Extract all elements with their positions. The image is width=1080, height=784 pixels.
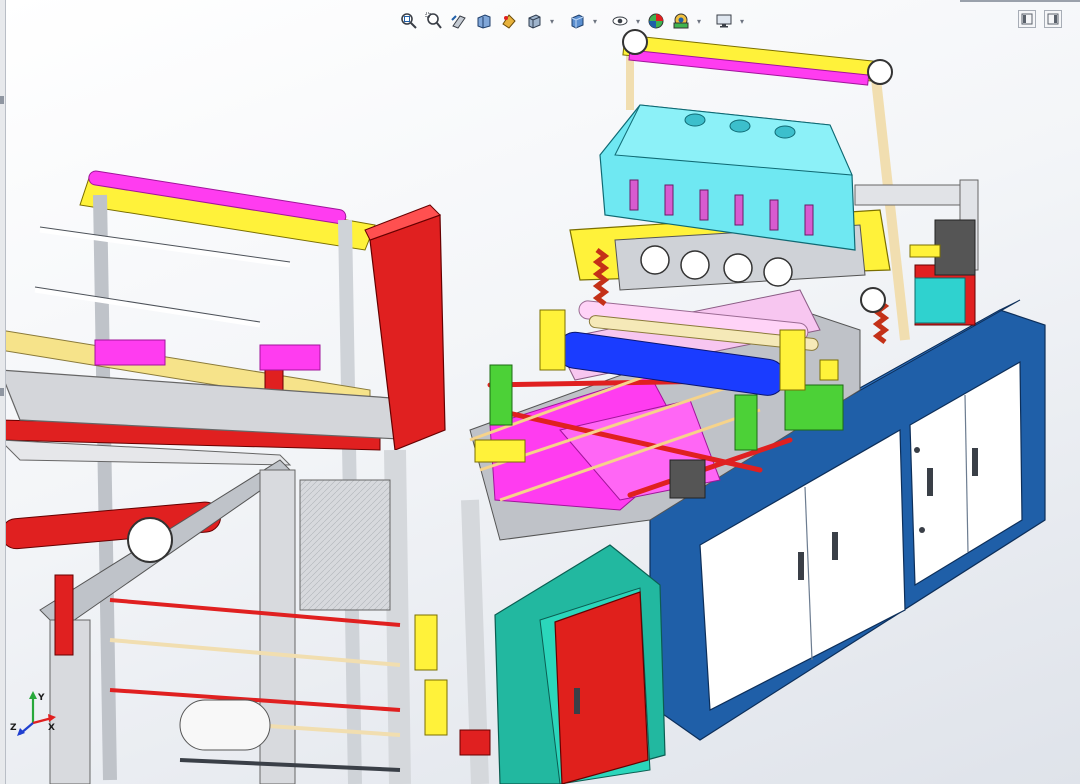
hide-show-button[interactable] — [609, 10, 631, 32]
scene-icon — [673, 13, 689, 29]
zoom-to-area-icon — [425, 12, 442, 29]
view-orientation-dropdown[interactable]: ▾ — [548, 17, 556, 26]
panel-left-icon — [1021, 13, 1033, 25]
door-handle — [798, 552, 804, 580]
machine-assembly-model[interactable] — [0, 0, 1080, 784]
zoom-to-fit-button[interactable] — [398, 10, 420, 32]
teal-side-cabinet[interactable] — [494, 544, 666, 784]
section-view-icon — [477, 14, 491, 29]
display-style-dropdown[interactable]: ▾ — [591, 17, 599, 26]
graphics-viewport[interactable]: ▾ ▾ ▾ ▾ ▾ Y X Z — [0, 0, 1080, 784]
view-orientation-icon — [528, 14, 541, 29]
splitter-handle[interactable] — [0, 96, 4, 104]
triad-z-label: Z — [10, 723, 17, 733]
panel-right-icon — [1047, 13, 1059, 25]
yellow-carriage — [474, 439, 526, 463]
left-steel-frame[interactable] — [0, 170, 421, 784]
annotation-view-button[interactable] — [498, 10, 520, 32]
green-motor-box — [784, 384, 844, 431]
reference-triad[interactable]: Y X Z — [8, 688, 58, 738]
viewport-window-controls — [1018, 10, 1062, 28]
previous-view-button[interactable] — [448, 10, 470, 32]
triad-x-label: X — [48, 723, 55, 733]
door-handle — [832, 532, 838, 560]
red-access-panel — [554, 591, 649, 784]
sprocket — [867, 59, 893, 85]
zoom-to-fit-icon — [401, 13, 417, 29]
section-view-button[interactable] — [473, 10, 495, 32]
hide-show-icon — [612, 16, 628, 26]
apply-scene-dropdown[interactable]: ▾ — [695, 17, 703, 26]
heads-up-view-toolbar: ▾ ▾ ▾ ▾ ▾ — [398, 8, 746, 34]
previous-view-icon — [451, 15, 466, 29]
collapse-right-button[interactable] — [1044, 10, 1062, 28]
apply-scene-button[interactable] — [670, 10, 692, 32]
hide-show-dropdown[interactable]: ▾ — [634, 17, 642, 26]
pulley — [127, 517, 173, 563]
top-border — [960, 0, 1080, 2]
view-orientation-button[interactable] — [523, 10, 545, 32]
monitor-icon — [716, 14, 732, 28]
annotation-view-icon — [502, 14, 516, 29]
display-style-icon — [571, 14, 584, 29]
collapse-left-button[interactable] — [1018, 10, 1036, 28]
view-settings-button[interactable] — [713, 10, 735, 32]
splitter-handle[interactable] — [0, 388, 4, 396]
viewport-left-edge — [0, 0, 6, 784]
appearance-icon — [648, 13, 664, 29]
display-style-button[interactable] — [566, 10, 588, 32]
triad-y-label: Y — [37, 693, 45, 703]
edit-appearance-button[interactable] — [645, 10, 667, 32]
zoom-to-area-button[interactable] — [423, 10, 445, 32]
view-settings-dropdown[interactable]: ▾ — [738, 17, 746, 26]
